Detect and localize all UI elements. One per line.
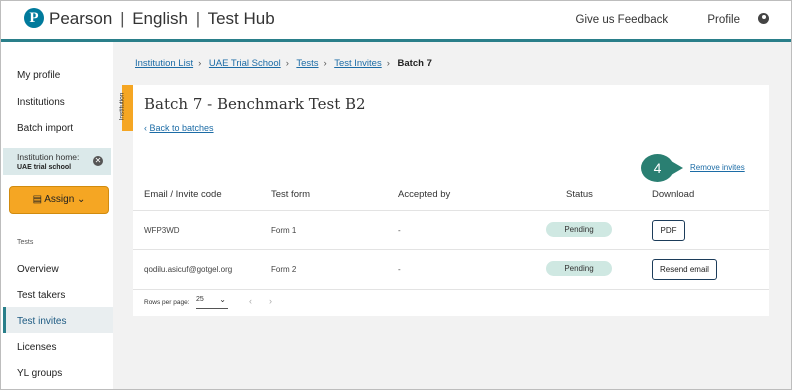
col-header-test-form: Test form [271, 189, 311, 200]
status-badge: Pending [546, 222, 612, 237]
main-content: Institution List › UAE Trial School › Test… [113, 42, 791, 389]
brand-separator: | [120, 9, 125, 28]
breadcrumb: Institution List › UAE Trial School › Test… [135, 58, 432, 69]
institution-side-tab: Institution [118, 85, 133, 131]
resend-email-button[interactable]: Resend email [652, 259, 717, 280]
rows-per-page-select[interactable]: 25 ⌄ [196, 295, 228, 309]
brand-separator-2: | [195, 9, 201, 28]
col-header-status: Status [566, 189, 593, 200]
sidebar-item-institutions[interactable]: Institutions [17, 97, 65, 108]
test-form: Form 1 [271, 226, 297, 235]
breadcrumb-current: Batch 7 [397, 58, 432, 69]
chevron-right-icon: › [285, 58, 289, 69]
page-title: Batch 7 - Benchmark Test B2 [144, 95, 366, 113]
sidebar-item-licenses[interactable]: Licenses [17, 342, 56, 353]
invite-email: qodilu.asicuf@gotgel.org [144, 265, 233, 274]
prev-page-button[interactable]: ‹ [249, 296, 252, 306]
profile-label: Profile [707, 14, 740, 26]
chevron-down-icon: ⌄ [77, 194, 86, 205]
breadcrumb-uae-trial-school[interactable]: UAE Trial School [209, 58, 281, 69]
chevron-right-icon: › [386, 58, 390, 69]
sidebar-item-overview[interactable]: Overview [17, 264, 59, 275]
sidebar-item-test-invites[interactable]: Test invites [17, 316, 66, 327]
tests-section-label: Tests [17, 239, 34, 246]
pdf-button[interactable]: PDF [652, 220, 685, 241]
header-actions: Give us Feedback Profile [558, 13, 769, 26]
sidebar-item-test-takers[interactable]: Test takers [17, 290, 65, 301]
institution-home-value: UAE trial school [17, 164, 72, 171]
breadcrumb-test-invites[interactable]: Test Invites [334, 58, 382, 69]
test-form: Form 2 [271, 265, 297, 274]
next-page-button[interactable]: › [269, 296, 272, 306]
assign-button[interactable]: ▤ Assign ⌄ [9, 186, 109, 214]
profile-menu[interactable]: Profile [689, 13, 769, 26]
accepted-by: - [398, 226, 401, 235]
col-header-email: Email / Invite code [144, 189, 222, 200]
chevron-right-icon: › [323, 58, 327, 69]
brand-hub: Test Hub [207, 9, 275, 28]
brand-title: Pearson | English | Test Hub [49, 9, 275, 29]
brand-pearson: Pearson [49, 9, 113, 28]
sidebar: My profile Institutions Batch import Ins… [1, 42, 116, 389]
remove-invites-link[interactable]: Remove invites [690, 163, 745, 172]
table-row: WFP3WD Form 1 - Pending PDF [133, 210, 769, 249]
status-badge: Pending [546, 261, 612, 276]
clipboard-icon: ▤ [32, 194, 43, 205]
invite-code: WFP3WD [144, 226, 180, 235]
top-bar: P Pearson | English | Test Hub Give us F… [1, 1, 791, 42]
breadcrumb-tests[interactable]: Tests [296, 58, 318, 69]
pearson-logo-icon: P [24, 8, 44, 28]
chevron-down-icon: ⌄ [219, 295, 226, 304]
close-icon[interactable]: ✕ [93, 156, 103, 166]
user-icon [758, 13, 769, 24]
brand-english: English [132, 9, 188, 28]
feedback-link[interactable]: Give us Feedback [576, 14, 669, 26]
sidebar-item-yl-groups[interactable]: YL groups [17, 368, 62, 379]
chevron-right-icon: › [198, 58, 202, 69]
breadcrumb-institution-list[interactable]: Institution List [135, 58, 193, 69]
accepted-by: - [398, 265, 401, 274]
batch-card: Institution Batch 7 - Benchmark Test B2 … [118, 85, 769, 316]
rows-per-page-value: 25 [196, 296, 204, 303]
col-header-download: Download [652, 189, 695, 200]
institution-home-label: Institution home: [17, 152, 80, 162]
institution-side-tab-label: Institution [118, 92, 126, 121]
app-window: P Pearson | English | Test Hub Give us F… [0, 0, 792, 390]
institution-home: Institution home: UAE trial school ✕ [3, 148, 111, 175]
col-header-accepted-by: Accepted by [398, 189, 451, 200]
back-to-batches-link[interactable]: ‹ Back to batches [144, 123, 214, 133]
rows-per-page-label: Rows per page: [144, 299, 190, 306]
sidebar-item-my-profile[interactable]: My profile [17, 70, 60, 81]
pagination-bar: Rows per page: 25 ⌄ ‹ › [133, 289, 769, 316]
step-marker: 4 [641, 154, 683, 182]
table-row: qodilu.asicuf@gotgel.org Form 2 - Pendin… [133, 249, 769, 288]
back-label: Back to batches [149, 123, 214, 133]
assign-label: Assign [44, 194, 75, 205]
sidebar-item-batch-import[interactable]: Batch import [17, 123, 73, 134]
